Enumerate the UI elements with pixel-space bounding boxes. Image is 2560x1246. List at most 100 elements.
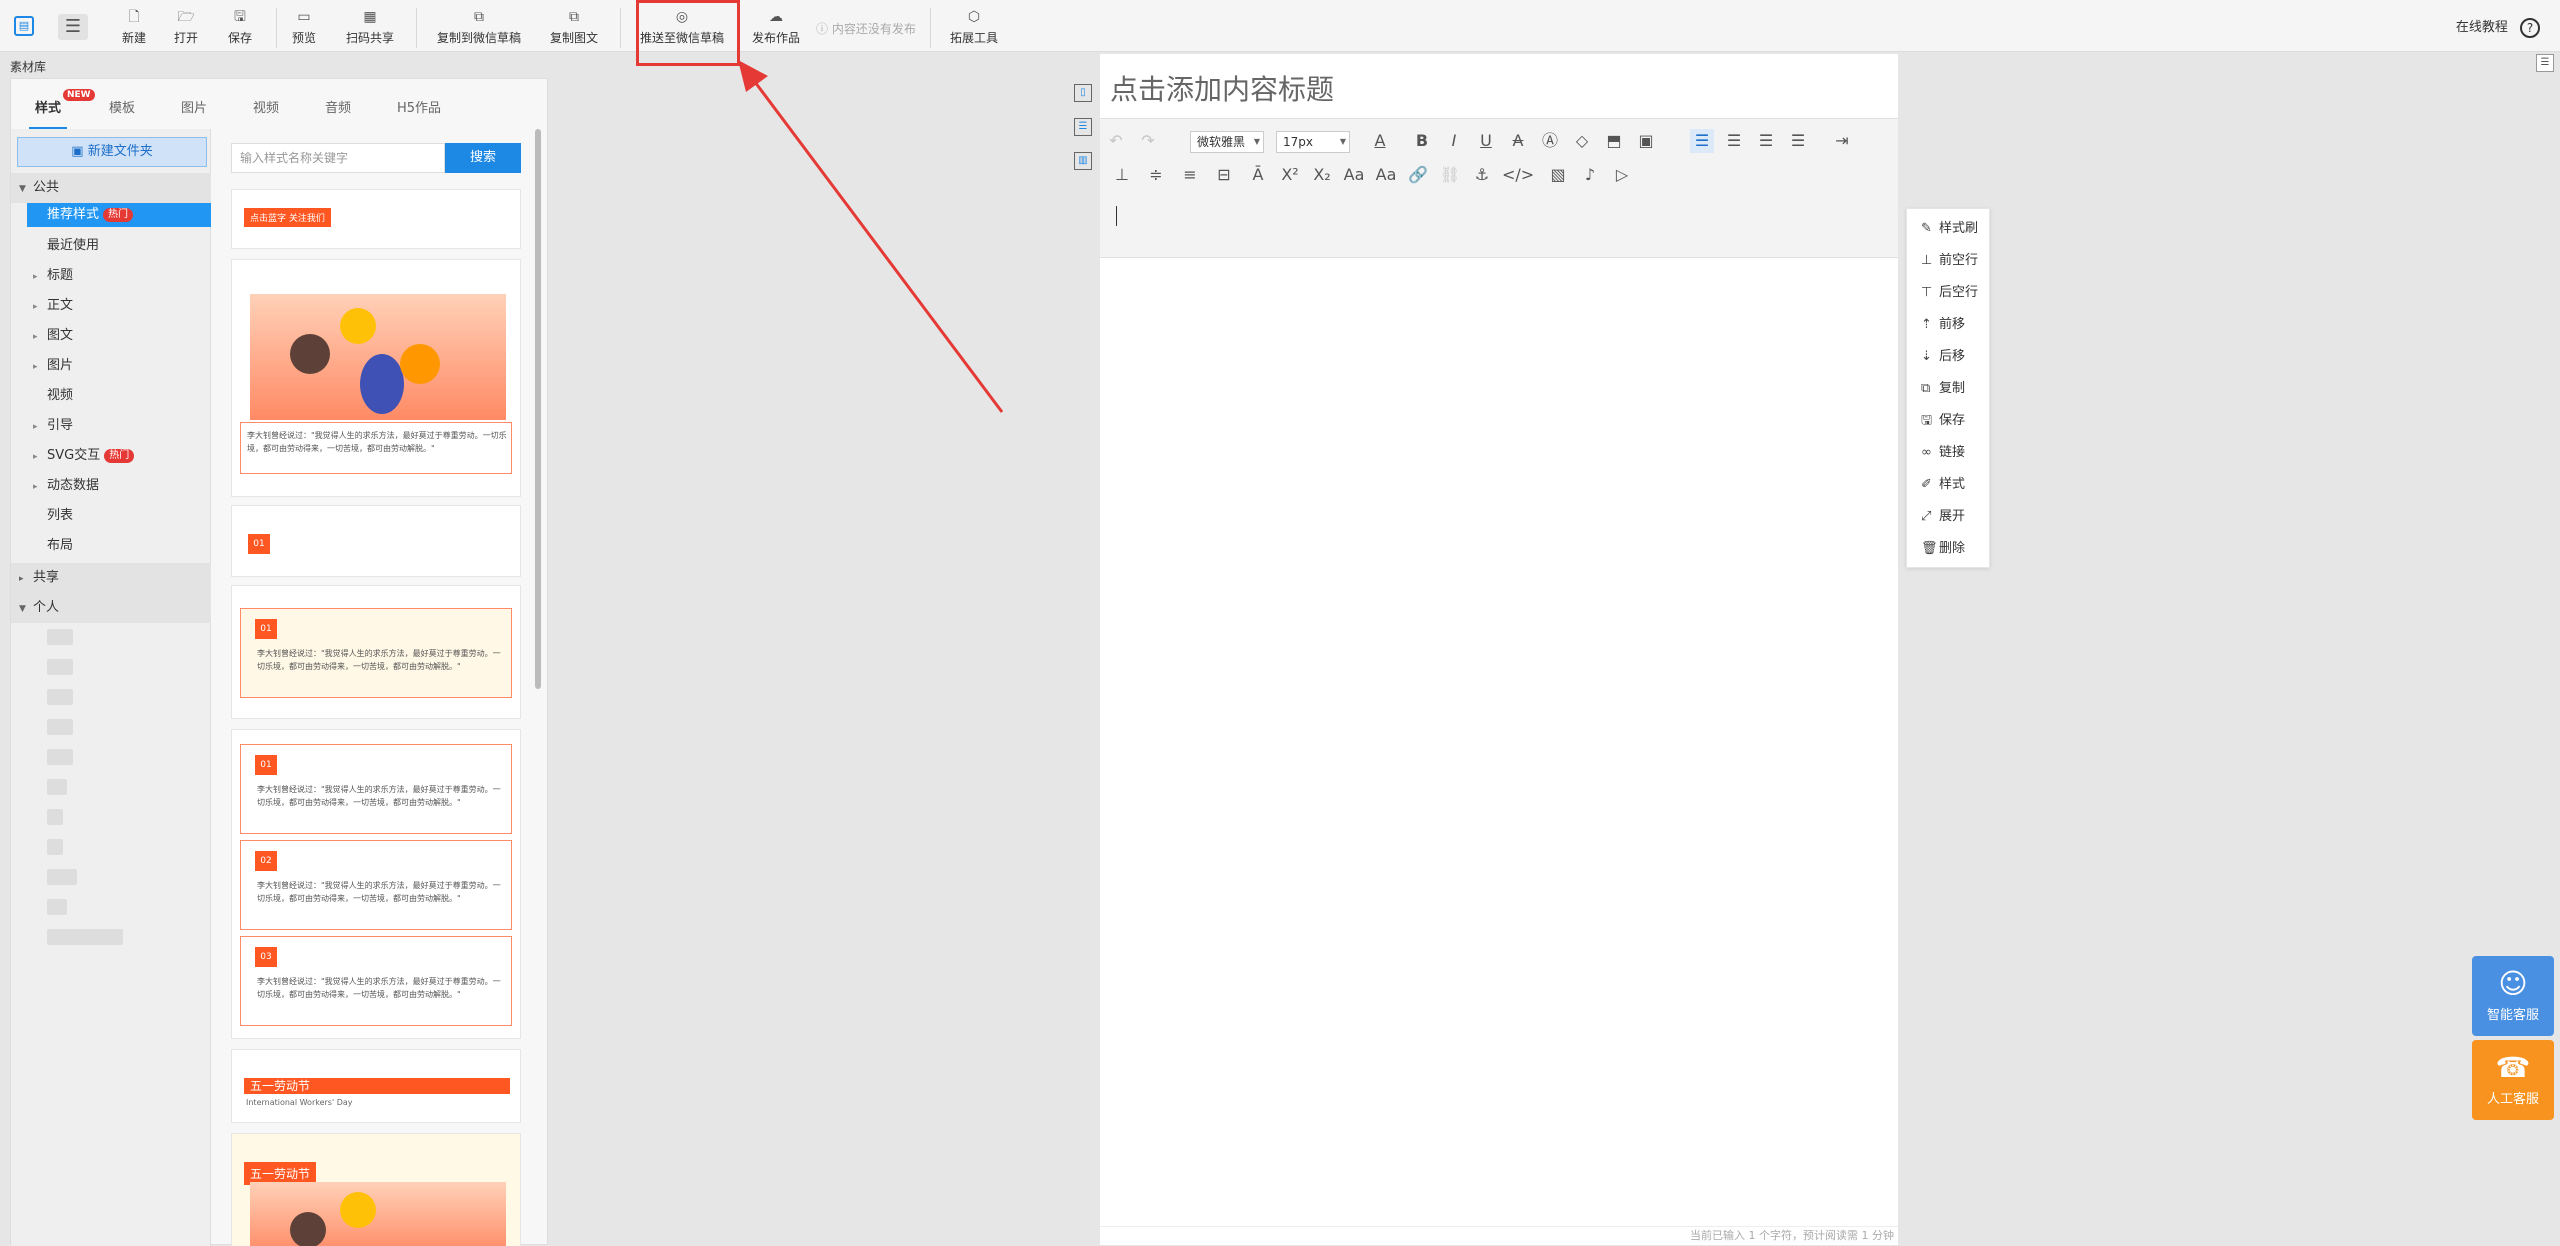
- tree-item-guide[interactable]: ▸ 引导: [11, 411, 211, 441]
- search-button[interactable]: 搜索: [445, 143, 521, 173]
- style-card-number-list[interactable]: 01 李大钊曾经说过："我觉得人生的求乐方法，最好莫过于尊重劳动。一切乐境，都可…: [231, 729, 521, 1039]
- insert-audio-icon[interactable]: ♪: [1578, 163, 1602, 187]
- line-height-icon[interactable]: ≡: [1178, 163, 1202, 187]
- tab-template[interactable]: 模板: [109, 97, 135, 116]
- align-left-icon[interactable]: ☰: [1690, 129, 1714, 153]
- style-card-labor-day[interactable]: 五一劳动节 International Workers' Day: [231, 1049, 521, 1123]
- redo-icon[interactable]: ↷: [1136, 129, 1160, 153]
- style-card-number-quote[interactable]: 01 李大钊曾经说过："我觉得人生的求乐方法，最好莫过于尊重劳动。一切乐境，都可…: [231, 585, 521, 719]
- subscript-icon[interactable]: X₂: [1310, 163, 1334, 187]
- style-card-number[interactable]: 01: [231, 505, 521, 577]
- style-card-follow[interactable]: 点击蓝字 关注我们: [231, 189, 521, 249]
- menu-item-move-down[interactable]: ⇣ 后移: [1921, 345, 1965, 364]
- font-size-select[interactable]: 17px ▼: [1276, 131, 1350, 153]
- copy-text-button[interactable]: ⧉ 复制图文: [548, 8, 600, 48]
- expand-tools-button[interactable]: ⬡ 拓展工具: [948, 8, 1000, 48]
- menu-item-link[interactable]: ∞ 链接: [1921, 441, 1965, 460]
- tree-item-image-text[interactable]: ▸ 图文: [11, 321, 211, 351]
- tab-image[interactable]: 图片: [181, 97, 207, 116]
- menu-item-copy[interactable]: ⧉ 复制: [1921, 377, 1965, 396]
- publish-button[interactable]: ☁ 发布作品: [750, 8, 802, 48]
- text-border-icon[interactable]: Ⓐ: [1538, 129, 1562, 153]
- strikethrough-icon[interactable]: A: [1506, 129, 1530, 153]
- outline-toggle-icon[interactable]: ☰: [2536, 54, 2554, 72]
- font-family-select[interactable]: 微软雅黑 ▼: [1190, 131, 1264, 153]
- blurred-item: [47, 629, 73, 645]
- paragraph-spacing-icon[interactable]: ≑: [1144, 163, 1168, 187]
- font-color-icon[interactable]: A: [1368, 129, 1392, 153]
- uppercase-icon[interactable]: Aa: [1342, 163, 1366, 187]
- title-input[interactable]: 点击添加内容标题: [1110, 68, 1334, 108]
- font-style-icon[interactable]: Ā: [1246, 163, 1270, 187]
- superscript-icon[interactable]: X²: [1278, 163, 1302, 187]
- info-icon: ⓘ: [816, 22, 829, 36]
- group-personal[interactable]: ▼ 个人: [11, 593, 211, 623]
- insert-before-icon: ⊥: [1921, 253, 1933, 268]
- italic-icon[interactable]: I: [1442, 129, 1466, 153]
- tab-h5[interactable]: H5作品: [397, 97, 441, 116]
- style-card-illustrated-quote[interactable]: 李大钊曾经说过："我觉得人生的求乐方法，最好莫过于尊重劳动。一切乐境，都可由劳动…: [231, 259, 521, 497]
- tree-item-recent[interactable]: 最近使用: [11, 231, 211, 261]
- eraser-icon[interactable]: ◇: [1570, 129, 1594, 153]
- menu-item-move-up[interactable]: ⇡ 前移: [1921, 313, 1965, 332]
- margin-icon[interactable]: ⊟: [1212, 163, 1236, 187]
- menu-icon[interactable]: ☰: [58, 14, 88, 40]
- preview-button[interactable]: ▭ 预览: [288, 8, 320, 48]
- tree-item-list[interactable]: 列表: [11, 501, 211, 531]
- undo-icon[interactable]: ↶: [1104, 129, 1128, 153]
- image-format-icon[interactable]: ▣: [1634, 129, 1658, 153]
- menu-item-delete[interactable]: 🗑删除: [1921, 537, 1965, 556]
- bold-icon[interactable]: B: [1410, 129, 1434, 153]
- tab-audio[interactable]: 音频: [325, 97, 351, 116]
- save-button[interactable]: 🖫 保存: [224, 8, 256, 48]
- preview-scrollbar[interactable]: [535, 129, 541, 689]
- tree-item-heading[interactable]: ▸ 标题: [11, 261, 211, 291]
- app-logo-icon[interactable]: ▤: [14, 16, 34, 36]
- group-public[interactable]: ▼ 公共: [11, 173, 211, 203]
- tree-item-video[interactable]: 视频: [11, 381, 211, 411]
- tree-item-svg[interactable]: ▸ SVG交互 热门: [11, 441, 211, 471]
- tree-item-dynamic[interactable]: ▸ 动态数据: [11, 471, 211, 501]
- underline-icon[interactable]: U: [1474, 129, 1498, 153]
- insert-image-icon[interactable]: ▧: [1546, 163, 1570, 187]
- tree-item-layout[interactable]: 布局: [11, 531, 211, 561]
- menu-item-blank-before[interactable]: ⊥ 前空行: [1921, 249, 1978, 268]
- ai-service-button[interactable]: ☺ 智能客服: [2472, 956, 2554, 1036]
- style-card-labor-day-illustrated[interactable]: 五一劳动节: [231, 1133, 521, 1246]
- letter-spacing-icon[interactable]: ⊥: [1110, 163, 1134, 187]
- align-center-icon[interactable]: ☰: [1722, 129, 1746, 153]
- unlink-icon[interactable]: ⛓: [1438, 163, 1462, 187]
- menu-item-save[interactable]: 🖫 保存: [1921, 409, 1965, 433]
- insert-video-icon[interactable]: ▷: [1610, 163, 1634, 187]
- new-button[interactable]: 🗋 新建: [118, 8, 150, 48]
- phone-view-icon[interactable]: ▯: [1074, 84, 1092, 102]
- fill-icon[interactable]: ⬒: [1602, 129, 1626, 153]
- new-folder-button[interactable]: ▣ 新建文件夹: [17, 137, 207, 167]
- layout-view-icon[interactable]: ☰: [1074, 118, 1092, 136]
- monitor-icon: ▭: [297, 9, 311, 25]
- justify-icon[interactable]: ☰: [1786, 129, 1810, 153]
- menu-item-expand[interactable]: ⤢ 展开: [1921, 505, 1965, 524]
- group-shared[interactable]: ▸ 共享: [11, 563, 211, 593]
- code-icon[interactable]: </>: [1502, 163, 1534, 187]
- tree-item-recommended[interactable]: 推荐样式 热门: [27, 203, 211, 227]
- tree-item-body[interactable]: ▸ 正文: [11, 291, 211, 321]
- open-button[interactable]: 🗁 打开: [170, 8, 202, 48]
- human-service-button[interactable]: ☎ 人工客服: [2472, 1040, 2554, 1120]
- tab-style[interactable]: 样式 NEW: [35, 89, 95, 116]
- tree-item-image[interactable]: ▸ 图片: [11, 351, 211, 381]
- menu-item-style[interactable]: ✐ 样式: [1921, 473, 1965, 492]
- style-search-input[interactable]: 输入样式名称关键字: [231, 143, 445, 173]
- indent-icon[interactable]: ⇥: [1830, 129, 1854, 153]
- lowercase-icon[interactable]: Aa: [1374, 163, 1398, 187]
- anchor-icon[interactable]: ⚓: [1470, 163, 1494, 187]
- copy-to-wechat-draft-button[interactable]: ⧉ 复制到微信草稿: [434, 8, 524, 48]
- tab-video[interactable]: 视频: [253, 97, 279, 116]
- menu-item-format-painter[interactable]: ✎ 样式刷: [1921, 217, 1978, 236]
- online-tutorial-link[interactable]: 在线教程 ?: [2456, 16, 2540, 38]
- align-right-icon[interactable]: ☰: [1754, 129, 1778, 153]
- link-icon[interactable]: 🔗: [1406, 163, 1430, 187]
- menu-item-blank-after[interactable]: ⊤ 后空行: [1921, 281, 1978, 300]
- book-view-icon[interactable]: ▥: [1074, 152, 1092, 170]
- scan-share-button[interactable]: ▦ 扫码共享: [344, 8, 396, 48]
